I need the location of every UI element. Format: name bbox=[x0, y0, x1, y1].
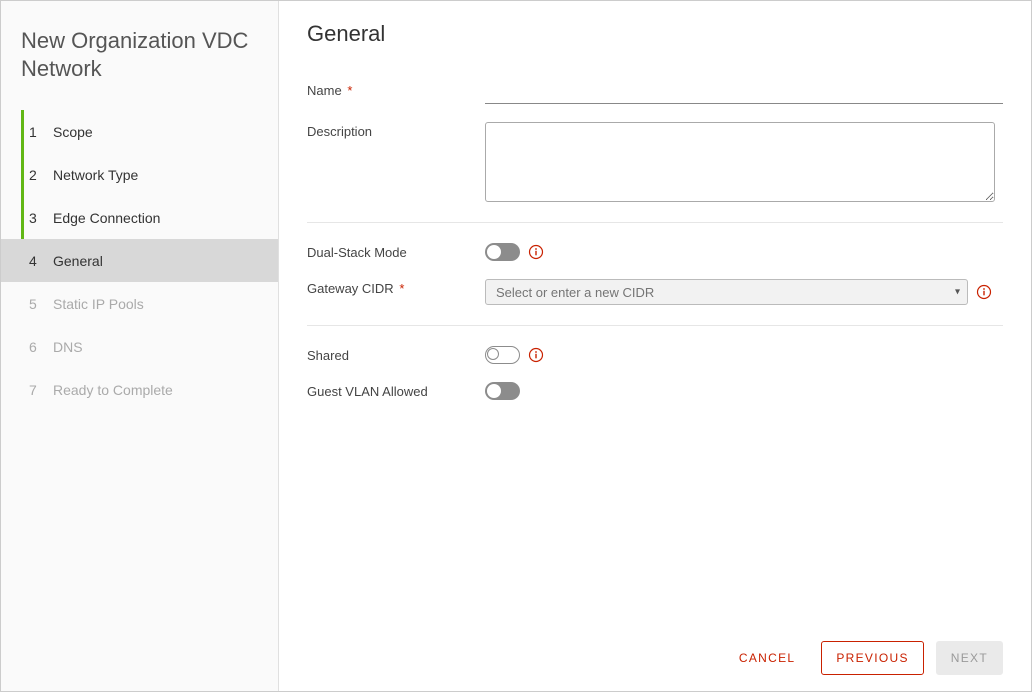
wizard-content: General Name * Description Dual-Stack Mo… bbox=[279, 1, 1031, 691]
step-number: 7 bbox=[29, 382, 53, 398]
wizard-step-5: 5Static IP Pools bbox=[1, 282, 278, 325]
gateway-cidr-select[interactable] bbox=[485, 279, 968, 305]
step-label: Edge Connection bbox=[53, 210, 258, 226]
info-icon[interactable] bbox=[528, 244, 544, 260]
guest-vlan-toggle[interactable] bbox=[485, 382, 520, 400]
step-number: 5 bbox=[29, 296, 53, 312]
step-number: 6 bbox=[29, 339, 53, 355]
name-input[interactable] bbox=[485, 81, 1003, 104]
dual-stack-label: Dual-Stack Mode bbox=[307, 243, 485, 260]
description-textarea[interactable] bbox=[485, 122, 995, 202]
next-button[interactable]: NEXT bbox=[936, 641, 1003, 675]
shared-label: Shared bbox=[307, 346, 485, 363]
step-label: General bbox=[53, 253, 258, 269]
step-label: Static IP Pools bbox=[53, 296, 258, 312]
wizard-step-6: 6DNS bbox=[1, 325, 278, 368]
general-form: Name * Description Dual-Stack Mode bbox=[307, 81, 1003, 627]
wizard-steps: 1Scope2Network Type3Edge Connection4Gene… bbox=[1, 110, 278, 411]
info-icon[interactable] bbox=[976, 284, 992, 300]
wizard-step-3[interactable]: 3Edge Connection bbox=[1, 196, 278, 239]
wizard-step-4[interactable]: 4General bbox=[1, 239, 278, 282]
guest-vlan-label: Guest VLAN Allowed bbox=[307, 382, 485, 399]
step-label: DNS bbox=[53, 339, 258, 355]
name-label: Name * bbox=[307, 81, 485, 98]
step-label: Network Type bbox=[53, 167, 258, 183]
gateway-cidr-label: Gateway CIDR * bbox=[307, 279, 485, 296]
info-icon[interactable] bbox=[528, 347, 544, 363]
step-number: 3 bbox=[29, 210, 53, 226]
cancel-button[interactable]: CANCEL bbox=[725, 642, 809, 674]
wizard-step-2[interactable]: 2Network Type bbox=[1, 153, 278, 196]
wizard-sidebar: New Organization VDC Network 1Scope2Netw… bbox=[1, 1, 279, 691]
step-number: 2 bbox=[29, 167, 53, 183]
wizard-step-1[interactable]: 1Scope bbox=[1, 110, 278, 153]
wizard-title: New Organization VDC Network bbox=[1, 21, 278, 102]
shared-toggle[interactable] bbox=[485, 346, 520, 364]
wizard-step-7: 7Ready to Complete bbox=[1, 368, 278, 411]
dual-stack-toggle[interactable] bbox=[485, 243, 520, 261]
previous-button[interactable]: PREVIOUS bbox=[821, 641, 923, 675]
step-number: 1 bbox=[29, 124, 53, 140]
description-label: Description bbox=[307, 122, 485, 139]
step-number: 4 bbox=[29, 253, 53, 269]
step-label: Ready to Complete bbox=[53, 382, 258, 398]
wizard-footer: CANCEL PREVIOUS NEXT bbox=[307, 627, 1003, 675]
step-label: Scope bbox=[53, 124, 258, 140]
page-title: General bbox=[307, 21, 1003, 47]
